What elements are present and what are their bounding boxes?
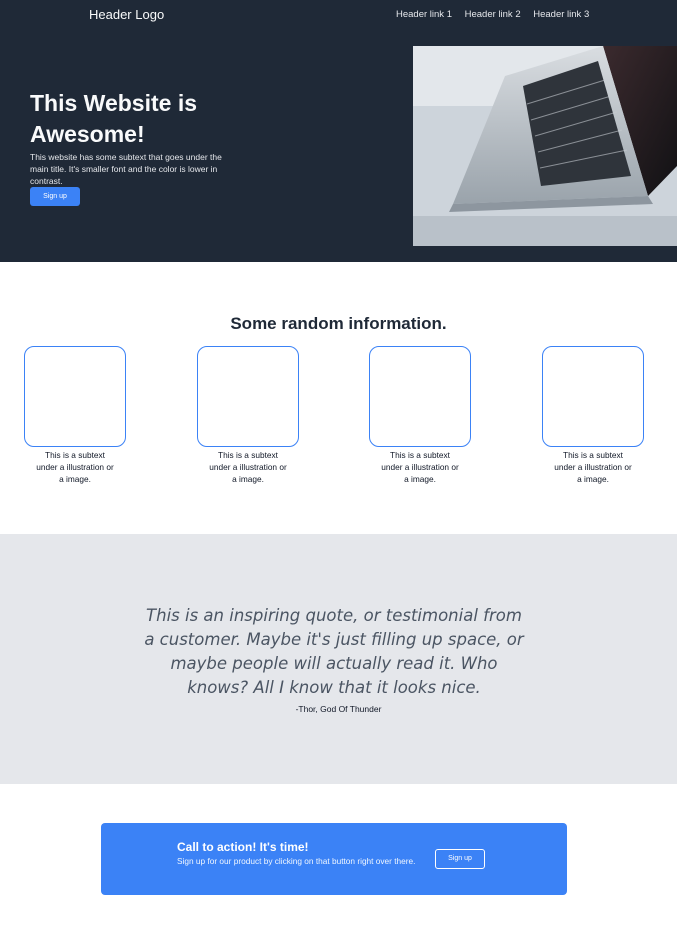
quote-author: -Thor, God Of Thunder (295, 704, 382, 714)
header-nav: Header link 1 Header link 2 Header link … (396, 9, 599, 20)
card-illustration-placeholder (24, 346, 126, 447)
hero-signup-button[interactable]: Sign up (30, 187, 80, 206)
call-to-action-banner: Call to action! It's time! Sign up for o… (101, 823, 567, 895)
header-link-2[interactable]: Header link 2 (465, 9, 521, 20)
card-caption: This is a subtext under a illustration o… (36, 450, 114, 484)
quote-section: This is an inspiring quote, or testimoni… (0, 534, 677, 784)
header-logo[interactable]: Header Logo (89, 7, 164, 22)
info-section-title: Some random information. (230, 314, 447, 333)
cta-title: Call to action! It's time! (177, 840, 309, 854)
card-illustration-placeholder (197, 346, 299, 447)
card-caption: This is a subtext under a illustration o… (554, 450, 632, 484)
laptop-image (413, 46, 677, 246)
info-card-1: This is a subtext under a illustration o… (24, 346, 126, 485)
hero-subtitle: This website has some subtext that goes … (30, 152, 222, 186)
card-illustration-placeholder (369, 346, 471, 447)
card-caption: This is a subtext under a illustration o… (209, 450, 287, 484)
info-card-2: This is a subtext under a illustration o… (197, 346, 299, 485)
header-link-3[interactable]: Header link 3 (533, 9, 589, 20)
cta-text: Sign up for our product by clicking on t… (177, 856, 416, 866)
testimonial-quote: This is an inspiring quote, or testimoni… (144, 606, 524, 697)
cta-signup-button[interactable]: Sign up (435, 849, 485, 869)
header-link-1[interactable]: Header link 1 (396, 9, 452, 20)
laptop-illustration (413, 46, 677, 246)
card-illustration-placeholder (542, 346, 644, 447)
info-card-4: This is a subtext under a illustration o… (542, 346, 644, 485)
hero-title: This Website is Awesome! (30, 90, 198, 147)
hero-section: Header Logo Header link 1 Header link 2 … (0, 0, 677, 262)
info-card-3: This is a subtext under a illustration o… (369, 346, 471, 485)
card-caption: This is a subtext under a illustration o… (381, 450, 459, 484)
